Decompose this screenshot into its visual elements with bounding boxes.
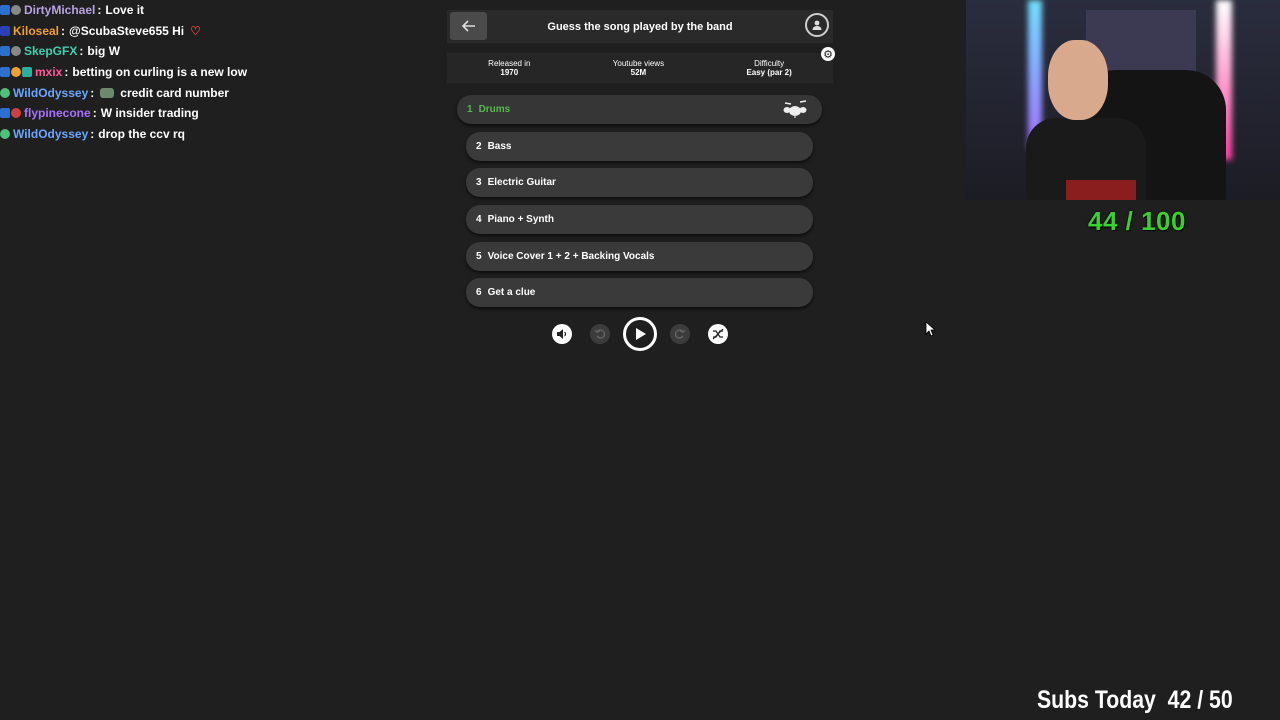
emote-icon	[100, 87, 115, 98]
stem-label: Drums	[478, 104, 511, 115]
stem-label: Electric Guitar	[487, 177, 556, 189]
playback-controls	[447, 317, 833, 352]
stem-number: 5	[476, 250, 482, 262]
stem-number: 1	[467, 104, 473, 115]
info-value: 52M	[630, 68, 647, 77]
chat-username: mxix	[35, 65, 63, 80]
forward-button[interactable]	[670, 324, 690, 345]
subscriber-badge-icon	[0, 108, 10, 119]
difficulty-info: Difficulty Easy (par 2)	[746, 59, 791, 77]
back-button[interactable]	[450, 12, 487, 40]
page-title: Guess the song played by the band	[547, 20, 733, 33]
volume-button[interactable]	[552, 324, 572, 345]
subscriber-badge-icon	[0, 25, 10, 36]
chat-username: WildOdyssey	[13, 126, 89, 141]
account-button[interactable]	[805, 13, 829, 37]
user-icon	[812, 20, 822, 30]
chat-text: betting on curling is a new low	[72, 65, 248, 80]
shuffle-off-icon	[712, 329, 724, 340]
stem-item-vocals[interactable]: 5 Voice Cover 1 + 2 + Backing Vocals	[466, 241, 813, 271]
game-panel: Guess the song played by the band Releas…	[447, 10, 835, 352]
stem-item-bass[interactable]: 2 Bass	[466, 131, 813, 161]
badge-icon	[11, 5, 21, 16]
stem-label: Piano + Synth	[487, 214, 554, 226]
play-icon	[636, 328, 646, 341]
chat-username: SkepGFX	[24, 44, 78, 59]
stem-number: 2	[476, 140, 482, 152]
info-label: Released in	[488, 59, 531, 68]
release-info: Released in 1970	[488, 59, 530, 77]
stem-item-drums[interactable]: 1 Drums	[457, 95, 822, 124]
stem-label: Bass	[487, 140, 512, 152]
skip-button[interactable]	[708, 324, 728, 345]
stem-number: 4	[476, 214, 482, 226]
badge-icon	[11, 108, 21, 119]
chat-message: WildOdyssey: drop the ccv rq	[0, 124, 420, 145]
chat-text: W insider trading	[100, 106, 199, 121]
webcam-feed	[966, 0, 1280, 200]
rewind-button[interactable]	[590, 324, 610, 345]
chat-username: flypinecone	[24, 106, 91, 121]
chat-username: WildOdyssey	[13, 85, 89, 100]
play-button[interactable]	[623, 317, 657, 352]
badge-icon	[0, 87, 10, 98]
subscriber-badge-icon	[0, 46, 10, 57]
chat-message: SkepGFX: big W	[0, 41, 420, 62]
subscriber-badge-icon	[0, 5, 10, 16]
gear-icon: ⚙	[823, 48, 833, 61]
info-label: Youtube views	[612, 59, 665, 68]
chat-message: Kiloseal: @ScubaSteve655 Hi ♡	[0, 21, 420, 42]
heart-icon: ♡	[190, 23, 201, 38]
settings-button[interactable]: ⚙	[821, 47, 835, 61]
stem-item-electric-guitar[interactable]: 3 Electric Guitar	[466, 168, 813, 198]
chat-text: credit card number	[120, 85, 229, 100]
chat-overlay: DirtyMichael: Love it Kiloseal: @ScubaStev…	[0, 0, 420, 144]
info-label: Difficulty	[754, 59, 785, 68]
stem-label: Voice Cover 1 + 2 + Backing Vocals	[487, 250, 655, 262]
stem-item-get-clue[interactable]: 6 Get a clue	[466, 278, 813, 308]
chat-message: WildOdyssey: credit card number	[0, 82, 420, 103]
chat-username: DirtyMichael	[24, 3, 96, 18]
chat-text: Love it	[105, 3, 145, 18]
chat-message: flypinecone: W insider trading	[0, 103, 420, 124]
chat-message: mxix: betting on curling is a new low	[0, 62, 420, 83]
mouse-cursor-icon	[925, 321, 935, 337]
chat-message: DirtyMichael: Love it	[0, 0, 420, 21]
stem-number: 3	[476, 177, 482, 189]
chat-text: big W	[87, 44, 121, 59]
badge-icon	[0, 128, 10, 139]
score-counter: 44 / 100	[1088, 206, 1186, 236]
badge-icon	[11, 46, 21, 57]
drum-kit-icon	[783, 100, 807, 118]
song-info-bar: Released in 1970 Youtube views 52M Difficu…	[447, 47, 835, 83]
info-value: 1970	[500, 68, 519, 77]
stem-label: Get a clue	[487, 287, 536, 299]
info-value: Easy (par 2)	[746, 68, 792, 77]
subscriber-badge-icon	[0, 67, 10, 78]
chat-text: @ScubaSteve655 Hi	[69, 23, 185, 38]
badge-icon	[22, 67, 32, 78]
stem-number: 6	[476, 287, 482, 299]
stem-list: 1 Drums 2 Bass 3 Electric Guitar 4 Piano…	[447, 95, 833, 308]
chat-username: Kiloseal	[13, 23, 60, 38]
subs-counter: Subs Today 42 / 50	[1037, 686, 1233, 714]
views-info: Youtube views 52M	[613, 59, 664, 77]
rewind-icon	[594, 329, 606, 340]
chat-text: drop the ccv rq	[98, 126, 185, 141]
arrow-left-icon	[461, 20, 475, 32]
bits-badge-icon	[11, 67, 21, 78]
forward-icon	[674, 329, 686, 340]
speaker-icon	[557, 329, 567, 340]
stem-item-piano-synth[interactable]: 4 Piano + Synth	[466, 205, 813, 235]
header-bar: Guess the song played by the band	[447, 10, 833, 43]
